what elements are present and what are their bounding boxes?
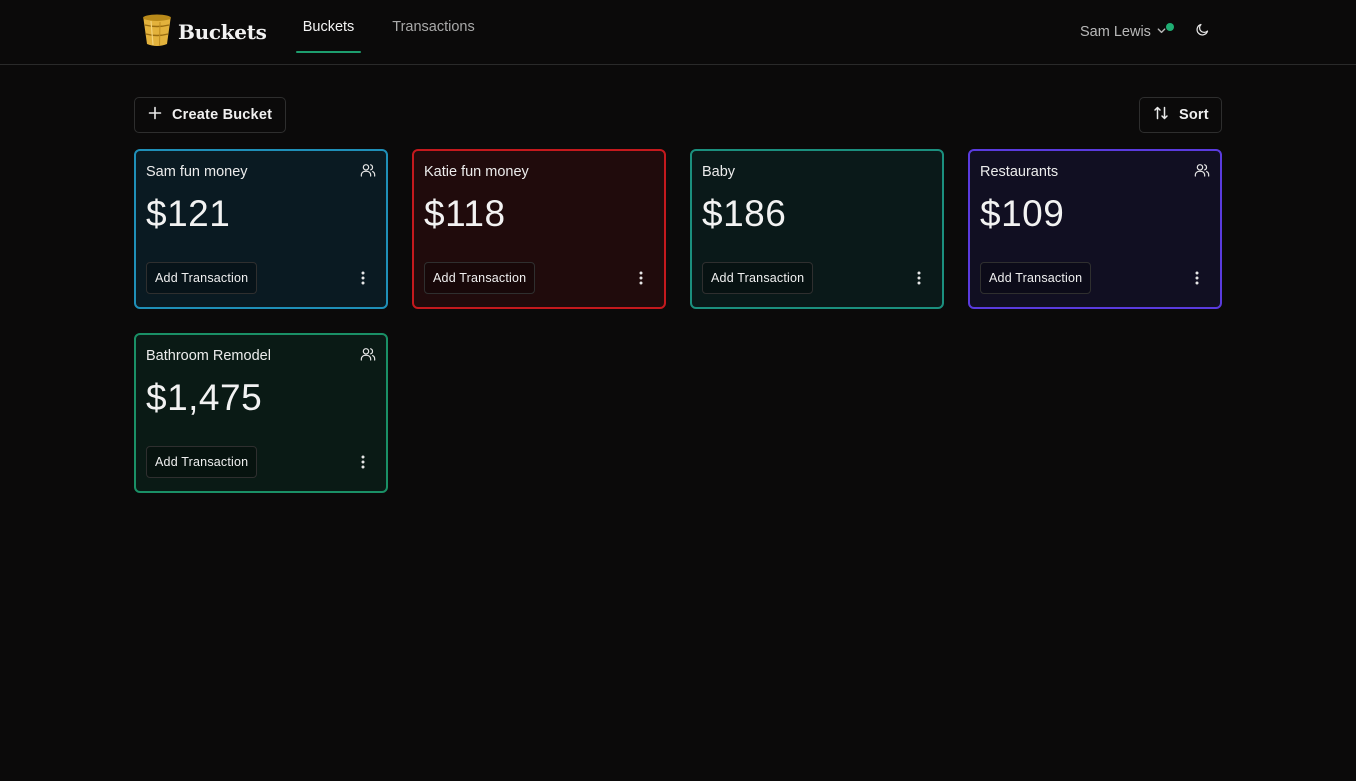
plus-icon [148, 106, 162, 124]
moon-icon [1195, 22, 1210, 42]
more-options-icon[interactable] [634, 269, 648, 287]
bucket-card[interactable]: Sam fun money $121 Add Transaction [134, 149, 388, 309]
more-options-icon[interactable] [912, 269, 926, 287]
theme-toggle-button[interactable] [1191, 21, 1213, 43]
bucket-name: Sam fun money [146, 164, 248, 180]
bucket-icon [142, 13, 172, 52]
tab-buckets[interactable]: Buckets [296, 0, 361, 53]
more-options-icon[interactable] [356, 453, 370, 471]
user-menu[interactable]: Sam Lewis [1080, 22, 1167, 42]
create-bucket-button[interactable]: Create Bucket [134, 97, 287, 133]
sort-button[interactable]: Sort [1139, 97, 1222, 133]
bucket-card[interactable]: Baby $186 Add Transaction [690, 149, 944, 309]
app-name: Buckets [178, 20, 267, 44]
bucket-amount: $1,475 [146, 377, 263, 418]
sort-arrows-icon [1153, 105, 1169, 125]
add-transaction-button[interactable]: Add Transaction [424, 262, 536, 294]
users-icon [360, 162, 376, 178]
more-options-icon[interactable] [1190, 269, 1204, 287]
bucket-amount: $121 [146, 193, 231, 234]
sort-label: Sort [1179, 107, 1209, 123]
add-transaction-button[interactable]: Add Transaction [146, 262, 258, 294]
app-logo[interactable]: Buckets [142, 14, 267, 50]
bucket-amount: $118 [424, 193, 506, 234]
bucket-name: Bathroom Remodel [146, 348, 271, 364]
add-transaction-button[interactable]: Add Transaction [702, 262, 814, 294]
bucket-name: Katie fun money [424, 164, 529, 180]
add-transaction-button[interactable]: Add Transaction [980, 262, 1092, 294]
top-navigation-bar: Buckets Buckets Transactions Sam Lewis [0, 0, 1356, 65]
bucket-card[interactable]: Katie fun money $118 Add Transaction [412, 149, 666, 309]
bucket-amount: $186 [702, 193, 787, 234]
tab-transactions[interactable]: Transactions [386, 0, 481, 53]
more-options-icon[interactable] [356, 269, 370, 287]
create-bucket-label: Create Bucket [172, 107, 273, 123]
add-transaction-button[interactable]: Add Transaction [146, 446, 258, 478]
bucket-card[interactable]: Restaurants $109 Add Transaction [968, 149, 1222, 309]
bucket-name: Restaurants [980, 164, 1059, 180]
users-icon [360, 346, 376, 362]
bucket-amount: $109 [980, 193, 1065, 234]
bucket-card[interactable]: Bathroom Remodel $1,475 Add Transaction [134, 333, 388, 493]
user-name: Sam Lewis [1080, 24, 1151, 40]
online-status-dot [1166, 23, 1174, 31]
bucket-name: Baby [702, 164, 736, 180]
users-icon [1194, 162, 1210, 178]
